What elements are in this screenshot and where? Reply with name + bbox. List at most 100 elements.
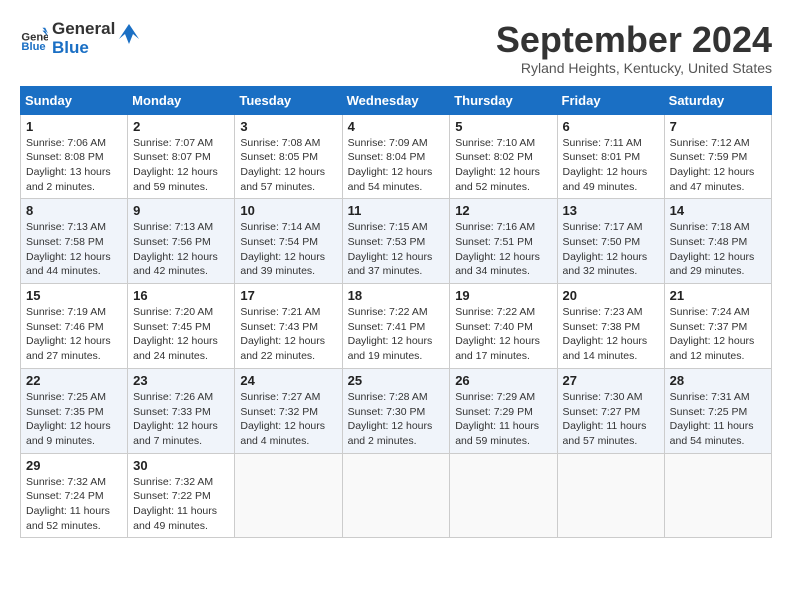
calendar-cell	[664, 453, 771, 538]
calendar-cell: 22 Sunrise: 7:25 AM Sunset: 7:35 PM Dayli…	[21, 368, 128, 453]
calendar-cell: 19 Sunrise: 7:22 AM Sunset: 7:40 PM Dayli…	[450, 284, 557, 369]
svg-text:Blue: Blue	[21, 41, 45, 53]
calendar-cell: 30Sunrise: 7:32 AM Sunset: 7:22 PM Dayli…	[128, 453, 235, 538]
day-info: Sunrise: 7:07 AM Sunset: 8:07 PM Dayligh…	[133, 136, 229, 195]
day-info: Sunrise: 7:19 AM Sunset: 7:46 PM Dayligh…	[26, 305, 122, 364]
day-number: 22	[26, 373, 122, 388]
day-number: 16	[133, 288, 229, 303]
day-info: Sunrise: 7:27 AM Sunset: 7:32 PM Dayligh…	[240, 390, 336, 449]
calendar-cell: 25 Sunrise: 7:28 AM Sunset: 7:30 PM Dayli…	[342, 368, 450, 453]
day-number: 8	[26, 203, 122, 218]
calendar-cell: 12 Sunrise: 7:16 AM Sunset: 7:51 PM Dayli…	[450, 199, 557, 284]
day-number: 23	[133, 373, 229, 388]
calendar-cell	[450, 453, 557, 538]
calendar-cell: 5 Sunrise: 7:10 AM Sunset: 8:02 PM Daylig…	[450, 114, 557, 199]
day-info: Sunrise: 7:20 AM Sunset: 7:45 PM Dayligh…	[133, 305, 229, 364]
calendar-cell	[557, 453, 664, 538]
day-info: Sunrise: 7:15 AM Sunset: 7:53 PM Dayligh…	[348, 220, 445, 279]
calendar-table: SundayMondayTuesdayWednesdayThursdayFrid…	[20, 86, 772, 539]
calendar-cell: 18 Sunrise: 7:22 AM Sunset: 7:41 PM Dayli…	[342, 284, 450, 369]
day-info: Sunrise: 7:29 AM Sunset: 7:29 PM Dayligh…	[455, 390, 551, 449]
calendar-week-row: 22 Sunrise: 7:25 AM Sunset: 7:35 PM Dayli…	[21, 368, 772, 453]
day-info: Sunrise: 7:22 AM Sunset: 7:40 PM Dayligh…	[455, 305, 551, 364]
weekday-header-thursday: Thursday	[450, 86, 557, 114]
calendar-week-row: 15Sunrise: 7:19 AM Sunset: 7:46 PM Dayli…	[21, 284, 772, 369]
day-info: Sunrise: 7:13 AM Sunset: 7:56 PM Dayligh…	[133, 220, 229, 279]
calendar-cell: 23 Sunrise: 7:26 AM Sunset: 7:33 PM Dayli…	[128, 368, 235, 453]
day-number: 25	[348, 373, 445, 388]
day-number: 13	[563, 203, 659, 218]
calendar-cell: 14Sunrise: 7:18 AM Sunset: 7:48 PM Dayli…	[664, 199, 771, 284]
calendar-cell: 9 Sunrise: 7:13 AM Sunset: 7:56 PM Daylig…	[128, 199, 235, 284]
day-number: 24	[240, 373, 336, 388]
day-number: 21	[670, 288, 766, 303]
calendar-cell: 29Sunrise: 7:32 AM Sunset: 7:24 PM Dayli…	[21, 453, 128, 538]
month-title: September 2024	[496, 20, 772, 60]
calendar-cell	[235, 453, 342, 538]
day-info: Sunrise: 7:31 AM Sunset: 7:25 PM Dayligh…	[670, 390, 766, 449]
day-info: Sunrise: 7:32 AM Sunset: 7:22 PM Dayligh…	[133, 475, 229, 534]
day-number: 4	[348, 119, 445, 134]
day-info: Sunrise: 7:11 AM Sunset: 8:01 PM Dayligh…	[563, 136, 659, 195]
day-number: 3	[240, 119, 336, 134]
calendar-week-row: 8Sunrise: 7:13 AM Sunset: 7:58 PM Daylig…	[21, 199, 772, 284]
calendar-cell	[342, 453, 450, 538]
calendar-cell: 10 Sunrise: 7:14 AM Sunset: 7:54 PM Dayli…	[235, 199, 342, 284]
day-info: Sunrise: 7:24 AM Sunset: 7:37 PM Dayligh…	[670, 305, 766, 364]
calendar-week-row: 1 Sunrise: 7:06 AM Sunset: 8:08 PM Daylig…	[21, 114, 772, 199]
day-number: 11	[348, 203, 445, 218]
calendar-week-row: 29Sunrise: 7:32 AM Sunset: 7:24 PM Dayli…	[21, 453, 772, 538]
calendar-cell: 21 Sunrise: 7:24 AM Sunset: 7:37 PM Dayli…	[664, 284, 771, 369]
page-header: General Blue General Blue September 2024…	[20, 20, 772, 76]
calendar-cell: 4 Sunrise: 7:09 AM Sunset: 8:04 PM Daylig…	[342, 114, 450, 199]
calendar-header-row: SundayMondayTuesdayWednesdayThursdayFrid…	[21, 86, 772, 114]
calendar-cell: 16 Sunrise: 7:20 AM Sunset: 7:45 PM Dayli…	[128, 284, 235, 369]
day-info: Sunrise: 7:30 AM Sunset: 7:27 PM Dayligh…	[563, 390, 659, 449]
location-text: Ryland Heights, Kentucky, United States	[496, 60, 772, 76]
day-info: Sunrise: 7:22 AM Sunset: 7:41 PM Dayligh…	[348, 305, 445, 364]
weekday-header-tuesday: Tuesday	[235, 86, 342, 114]
day-number: 2	[133, 119, 229, 134]
day-number: 18	[348, 288, 445, 303]
day-number: 12	[455, 203, 551, 218]
calendar-cell: 3 Sunrise: 7:08 AM Sunset: 8:05 PM Daylig…	[235, 114, 342, 199]
day-info: Sunrise: 7:28 AM Sunset: 7:30 PM Dayligh…	[348, 390, 445, 449]
day-number: 9	[133, 203, 229, 218]
calendar-cell: 15Sunrise: 7:19 AM Sunset: 7:46 PM Dayli…	[21, 284, 128, 369]
calendar-cell: 2 Sunrise: 7:07 AM Sunset: 8:07 PM Daylig…	[128, 114, 235, 199]
day-info: Sunrise: 7:17 AM Sunset: 7:50 PM Dayligh…	[563, 220, 659, 279]
calendar-cell: 28 Sunrise: 7:31 AM Sunset: 7:25 PM Dayli…	[664, 368, 771, 453]
day-number: 20	[563, 288, 659, 303]
day-number: 28	[670, 373, 766, 388]
day-info: Sunrise: 7:10 AM Sunset: 8:02 PM Dayligh…	[455, 136, 551, 195]
day-number: 17	[240, 288, 336, 303]
day-info: Sunrise: 7:23 AM Sunset: 7:38 PM Dayligh…	[563, 305, 659, 364]
calendar-cell: 27 Sunrise: 7:30 AM Sunset: 7:27 PM Dayli…	[557, 368, 664, 453]
logo-blue: Blue	[52, 39, 115, 58]
day-number: 14	[670, 203, 766, 218]
day-info: Sunrise: 7:08 AM Sunset: 8:05 PM Dayligh…	[240, 136, 336, 195]
calendar-cell: 8Sunrise: 7:13 AM Sunset: 7:58 PM Daylig…	[21, 199, 128, 284]
calendar-cell: 26Sunrise: 7:29 AM Sunset: 7:29 PM Dayli…	[450, 368, 557, 453]
day-number: 19	[455, 288, 551, 303]
day-info: Sunrise: 7:16 AM Sunset: 7:51 PM Dayligh…	[455, 220, 551, 279]
calendar-cell: 17 Sunrise: 7:21 AM Sunset: 7:43 PM Dayli…	[235, 284, 342, 369]
weekday-header-sunday: Sunday	[21, 86, 128, 114]
logo-general: General	[52, 20, 115, 39]
logo-bird-icon	[119, 24, 139, 54]
day-number: 5	[455, 119, 551, 134]
day-info: Sunrise: 7:09 AM Sunset: 8:04 PM Dayligh…	[348, 136, 445, 195]
day-number: 27	[563, 373, 659, 388]
day-info: Sunrise: 7:06 AM Sunset: 8:08 PM Dayligh…	[26, 136, 122, 195]
calendar-cell: 6Sunrise: 7:11 AM Sunset: 8:01 PM Daylig…	[557, 114, 664, 199]
day-info: Sunrise: 7:14 AM Sunset: 7:54 PM Dayligh…	[240, 220, 336, 279]
day-info: Sunrise: 7:25 AM Sunset: 7:35 PM Dayligh…	[26, 390, 122, 449]
day-info: Sunrise: 7:21 AM Sunset: 7:43 PM Dayligh…	[240, 305, 336, 364]
day-info: Sunrise: 7:26 AM Sunset: 7:33 PM Dayligh…	[133, 390, 229, 449]
calendar-cell: 24 Sunrise: 7:27 AM Sunset: 7:32 PM Dayli…	[235, 368, 342, 453]
calendar-cell: 1 Sunrise: 7:06 AM Sunset: 8:08 PM Daylig…	[21, 114, 128, 199]
day-number: 10	[240, 203, 336, 218]
weekday-header-monday: Monday	[128, 86, 235, 114]
day-info: Sunrise: 7:12 AM Sunset: 7:59 PM Dayligh…	[670, 136, 766, 195]
day-number: 1	[26, 119, 122, 134]
